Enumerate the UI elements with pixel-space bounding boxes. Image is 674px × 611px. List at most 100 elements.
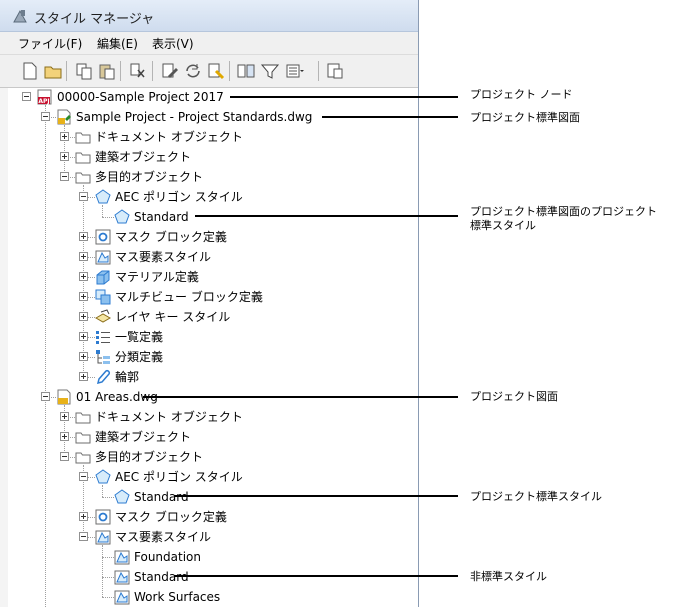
- tree-node[interactable]: 建築オブジェクト: [0, 147, 418, 167]
- help-icon[interactable]: [325, 61, 345, 81]
- callout-line: [230, 96, 458, 98]
- tree-node[interactable]: 多目的オブジェクト: [0, 447, 418, 467]
- app-icon: [13, 9, 27, 23]
- callout-line: [195, 215, 458, 217]
- style-manager-window: スタイル マネージャ ファイル(F) 編集(E) 表示(V) APJ 00000-…: [0, 0, 419, 607]
- expand-icon[interactable]: [79, 252, 88, 261]
- collapse-icon[interactable]: [79, 192, 88, 201]
- tree-node[interactable]: Foundation: [0, 547, 418, 567]
- tree-node[interactable]: Standard: [0, 487, 418, 507]
- tree-node-label: マス要素スタイル: [115, 250, 212, 264]
- mask-block-icon: [95, 509, 111, 525]
- tree-connector: [102, 577, 114, 578]
- collapse-icon[interactable]: [60, 452, 69, 461]
- tree-node[interactable]: 分類定義: [0, 347, 418, 367]
- tree-node-label: 建築オブジェクト: [95, 430, 192, 444]
- polygon-icon: [114, 209, 130, 225]
- open-icon[interactable]: [43, 61, 63, 81]
- menu-view[interactable]: 表示(V): [152, 35, 194, 52]
- filter-icon[interactable]: [260, 61, 280, 81]
- expand-icon[interactable]: [79, 332, 88, 341]
- tree-node-label: 一覧定義: [115, 330, 164, 344]
- tree-node-label: Standard: [134, 210, 189, 224]
- tree-node[interactable]: マスク ブロック定義: [0, 227, 418, 247]
- tree-node[interactable]: 建築オブジェクト: [0, 427, 418, 447]
- tree-node[interactable]: Standard: [0, 207, 418, 227]
- collapse-icon[interactable]: [79, 472, 88, 481]
- tree-node[interactable]: AEC ポリゴン スタイル: [0, 187, 418, 207]
- tree-node[interactable]: レイヤ キー スタイル: [0, 307, 418, 327]
- mask-block-icon: [95, 229, 111, 245]
- tree-node-label: レイヤ キー スタイル: [115, 310, 231, 324]
- tree-node[interactable]: マテリアル定義: [0, 267, 418, 287]
- view-options-icon[interactable]: [285, 61, 305, 81]
- purge-icon[interactable]: [128, 61, 148, 81]
- expand-icon[interactable]: [79, 372, 88, 381]
- folder-icon: [75, 449, 91, 465]
- collapse-icon[interactable]: [22, 92, 31, 101]
- mass-element-icon: [114, 589, 130, 605]
- tree-node[interactable]: ドキュメント オブジェクト: [0, 407, 418, 427]
- expand-icon[interactable]: [60, 132, 69, 141]
- polygon-icon: [95, 189, 111, 205]
- tree-node-label: Foundation: [134, 550, 201, 564]
- tree-node[interactable]: Work Surfaces: [0, 587, 418, 607]
- tree-node[interactable]: マスク ブロック定義: [0, 507, 418, 527]
- tree-node[interactable]: ドキュメント オブジェクト: [0, 127, 418, 147]
- tree-connector: [102, 217, 114, 218]
- expand-icon[interactable]: [79, 232, 88, 241]
- tree-node[interactable]: マス要素スタイル: [0, 247, 418, 267]
- expand-icon[interactable]: [79, 272, 88, 281]
- tree-node[interactable]: マス要素スタイル: [0, 527, 418, 547]
- callout-line: [143, 396, 458, 398]
- tree-node[interactable]: AEC ポリゴン スタイル: [0, 467, 418, 487]
- style-tree: APJ 00000-Sample Project 2017 Sample Proje…: [0, 88, 418, 607]
- vertical-scrollbar[interactable]: [0, 88, 8, 607]
- tree-node-label: Work Surfaces: [134, 590, 221, 604]
- folder-icon: [75, 149, 91, 165]
- toolbar: [0, 55, 418, 88]
- tree-node-label: マルチビュー ブロック定義: [115, 290, 263, 304]
- expand-icon[interactable]: [60, 432, 69, 441]
- collapse-icon[interactable]: [60, 172, 69, 181]
- synchronize-icon[interactable]: [183, 61, 203, 81]
- paste-icon[interactable]: [97, 61, 117, 81]
- expand-icon[interactable]: [60, 152, 69, 161]
- toolbar-separator: [66, 61, 67, 81]
- tree-node[interactable]: 多目的オブジェクト: [0, 167, 418, 187]
- callout-label: 非標準スタイル: [470, 570, 547, 583]
- tree-node-label: マスク ブロック定義: [115, 510, 227, 524]
- collapse-icon[interactable]: [79, 532, 88, 541]
- tree-node[interactable]: 輪郭: [0, 367, 418, 387]
- tree-node-label: 多目的オブジェクト: [95, 170, 204, 184]
- edit-style-icon[interactable]: [160, 61, 180, 81]
- new-icon[interactable]: [20, 61, 40, 81]
- mass-element-icon: [95, 249, 111, 265]
- collapse-icon[interactable]: [41, 112, 50, 121]
- tree-node-label: Standard: [134, 490, 189, 504]
- classification-icon: [95, 349, 111, 365]
- expand-icon[interactable]: [60, 412, 69, 421]
- tree-node[interactable]: マルチビュー ブロック定義: [0, 287, 418, 307]
- polygon-icon: [114, 489, 130, 505]
- clean-icon[interactable]: [206, 61, 226, 81]
- title-bar: スタイル マネージャ: [0, 0, 418, 32]
- material-icon: [95, 269, 111, 285]
- expand-icon[interactable]: [79, 292, 88, 301]
- menu-file[interactable]: ファイル(F): [18, 35, 82, 52]
- tree-node[interactable]: 一覧定義: [0, 327, 418, 347]
- collapse-icon[interactable]: [41, 392, 50, 401]
- tree-connector: [102, 497, 114, 498]
- project-icon: APJ: [37, 89, 53, 105]
- tree-node-label: マス要素スタイル: [115, 530, 212, 544]
- copy-icon[interactable]: [74, 61, 94, 81]
- toggle-view-icon[interactable]: [236, 61, 256, 81]
- profile-icon: [95, 369, 111, 385]
- expand-icon[interactable]: [79, 352, 88, 361]
- expand-icon[interactable]: [79, 312, 88, 321]
- tree-node[interactable]: Standard: [0, 567, 418, 587]
- toolbar-separator: [152, 61, 153, 81]
- tree-node-label: AEC ポリゴン スタイル: [115, 190, 243, 204]
- menu-edit[interactable]: 編集(E): [97, 35, 138, 52]
- expand-icon[interactable]: [79, 512, 88, 521]
